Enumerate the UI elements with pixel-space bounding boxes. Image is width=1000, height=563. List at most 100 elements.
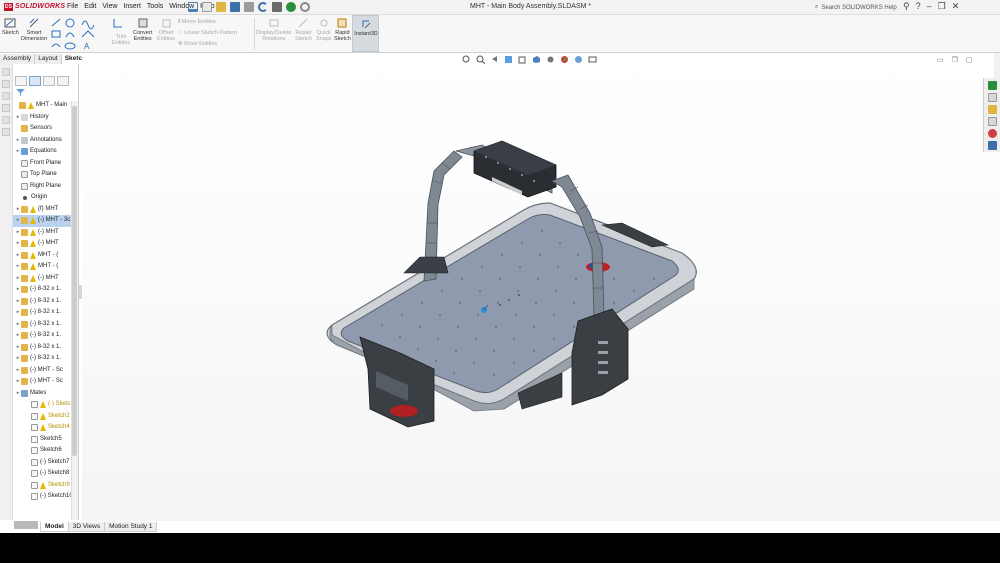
select-icon[interactable] xyxy=(272,2,282,12)
new-document-icon[interactable] xyxy=(202,2,212,12)
tree-item[interactable]: ▸ (-) MHT xyxy=(13,238,78,250)
tree-item[interactable]: ▸ (-) 8-32 x 1. xyxy=(13,353,78,365)
tree-item[interactable]: Front Plane xyxy=(13,158,78,170)
feature-manager-tab-icon[interactable] xyxy=(15,76,27,86)
rebuild-icon[interactable] xyxy=(286,2,296,12)
sketch-entities-icons[interactable]: A xyxy=(50,17,100,51)
tree-item[interactable]: ▸ History xyxy=(13,112,78,124)
strip-button[interactable] xyxy=(2,68,10,76)
options-icon[interactable] xyxy=(300,2,310,12)
tree-item[interactable]: ▸ (-) 8-32 x 1. xyxy=(13,284,78,296)
print-icon[interactable] xyxy=(244,2,254,12)
tree-item[interactable]: ▸ (-) 8-32 x 1. xyxy=(13,307,78,319)
tab-3d-views[interactable]: 3D Views xyxy=(67,522,106,532)
tree-item[interactable]: Sketch9 xyxy=(13,480,78,492)
menu-insert[interactable]: Insert xyxy=(123,3,141,10)
quick-snaps-button[interactable]: Quick Snaps xyxy=(316,17,332,42)
tree-item[interactable]: Sketch6 xyxy=(13,445,78,457)
menu-tools[interactable]: Tools xyxy=(147,3,163,10)
save-icon[interactable] xyxy=(230,2,240,12)
tree-item[interactable]: Sketch5 xyxy=(13,434,78,446)
restore-icon[interactable]: ❐ xyxy=(938,1,946,12)
home-icon[interactable] xyxy=(188,2,198,12)
menu-view[interactable]: View xyxy=(102,3,117,10)
menu-edit[interactable]: Edit xyxy=(84,3,96,10)
tree-root[interactable]: MHT - Main xyxy=(13,100,78,112)
tree-item[interactable]: ▸ (-) 8-32 x 1. xyxy=(13,296,78,308)
strip-button[interactable] xyxy=(2,80,10,88)
window-controls: ⚲ ? – ❐ ✕ xyxy=(903,1,959,12)
tree-item[interactable]: ▸ (-) 8-32 x 1. xyxy=(13,319,78,331)
tree-item[interactable]: ▸ MHT - ( xyxy=(13,250,78,262)
undo-icon[interactable] xyxy=(258,2,268,12)
strip-button[interactable] xyxy=(2,128,10,136)
tree-item[interactable]: ▸ (-) MHT - Sc xyxy=(13,376,78,388)
tree-item[interactable]: Sensors xyxy=(13,123,78,135)
custom-properties-icon[interactable] xyxy=(987,141,997,150)
tree-item[interactable]: Right Plane xyxy=(13,181,78,193)
appearances-icon[interactable] xyxy=(987,129,997,138)
tab-layout[interactable]: Layout xyxy=(35,54,62,64)
strip-button[interactable] xyxy=(2,104,10,112)
tree-item[interactable]: ▸ (-) MHT - Sc xyxy=(13,365,78,377)
tree-item[interactable]: ▸ Equations xyxy=(13,146,78,158)
help-icon[interactable]: ? xyxy=(916,1,921,12)
trim-entities-button[interactable]: Trim Entities xyxy=(112,34,130,46)
strip-button[interactable] xyxy=(2,116,10,124)
sketch-button[interactable]: Sketch xyxy=(2,17,19,36)
menu-file[interactable]: File xyxy=(67,3,78,10)
smart-dimension-button[interactable]: Smart Dimension xyxy=(21,17,47,42)
tree-item[interactable]: ▸ MHT - ( xyxy=(13,261,78,273)
rapid-sketch-button[interactable]: Rapid Sketch xyxy=(334,17,351,42)
sketch-fillet-button[interactable] xyxy=(112,17,124,30)
convert-entities-button[interactable]: Convert Entities xyxy=(133,17,152,42)
move-entities-button[interactable]: ✥ Move Entities xyxy=(178,39,237,50)
tab-assembly[interactable]: Assembly xyxy=(0,54,36,64)
search-dropdown-icon[interactable]: ⚲ xyxy=(903,1,910,12)
tree-item[interactable]: (-) Sketch xyxy=(13,399,78,411)
offset-entities-button[interactable]: Offset Entities xyxy=(157,17,175,42)
instant3d-button[interactable]: Instant3D xyxy=(352,15,379,52)
tree-item-label: (f) MHT xyxy=(38,205,59,212)
display-delete-relations-button[interactable]: Display/Delete Relations xyxy=(256,17,291,42)
configuration-manager-tab-icon[interactable] xyxy=(43,76,55,86)
tree-item[interactable]: (-) Sketch10 xyxy=(13,491,78,503)
strip-button[interactable] xyxy=(2,92,10,100)
arch-left-foot[interactable] xyxy=(403,256,449,274)
tree-item[interactable]: Origin xyxy=(13,192,78,204)
tree-item[interactable]: Sketch2 xyxy=(13,411,78,423)
right-front-leg[interactable] xyxy=(571,308,629,406)
tree-item[interactable]: ▸ (f) MHT xyxy=(13,204,78,216)
tab-motion-study[interactable]: Motion Study 1 xyxy=(104,522,158,532)
search-box[interactable]: ⌕ Search SOLIDWORKS Help xyxy=(815,2,900,13)
close-icon[interactable]: ✕ xyxy=(952,1,960,12)
minimize-icon[interactable]: – xyxy=(927,1,932,12)
design-library-icon[interactable] xyxy=(987,93,997,102)
file-explorer-icon[interactable] xyxy=(987,105,997,114)
dimxpert-tab-icon[interactable] xyxy=(57,76,69,86)
tree-item[interactable]: ▸ (-) 8-32 x 1. xyxy=(13,330,78,342)
mirror-entities-button[interactable]: ⫴ Mirror Entities xyxy=(178,17,237,28)
tab-model[interactable]: Model xyxy=(40,522,69,532)
property-manager-tab-icon[interactable] xyxy=(29,76,41,86)
linear-sketch-pattern-button[interactable]: ⁙ Linear Sketch Pattern xyxy=(178,28,237,39)
open-icon[interactable] xyxy=(216,2,226,12)
tree-item[interactable]: ▸ (-) MHT - 3c xyxy=(13,215,78,227)
solidworks-logo[interactable]: DS SOLIDWORKS xyxy=(4,3,65,12)
tree-item[interactable]: (-) Sketch8 xyxy=(13,468,78,480)
graphics-area[interactable]: ▭ ❐ ▢ xyxy=(82,53,1000,521)
view-palette-icon[interactable] xyxy=(987,117,997,126)
repair-sketch-button[interactable]: Repair Sketch xyxy=(295,17,312,42)
tree-scrollbar-thumb[interactable] xyxy=(72,106,77,456)
tree-item[interactable]: ▸ (-) 8-32 x 1. xyxy=(13,342,78,354)
tree-item[interactable]: ▸ Mates xyxy=(13,388,78,400)
tree-item[interactable]: ▸ (-) MHT xyxy=(13,227,78,239)
resources-icon[interactable] xyxy=(987,81,997,90)
filter-icon[interactable] xyxy=(16,89,25,96)
tree-item[interactable]: Top Plane xyxy=(13,169,78,181)
tree-item[interactable]: ▸ Annotations xyxy=(13,135,78,147)
tree-item[interactable]: Sketch4 xyxy=(13,422,78,434)
tree-item[interactable]: ▸ (-) MHT xyxy=(13,273,78,285)
tree-item[interactable]: (-) Sketch7 xyxy=(13,457,78,469)
assembly-model[interactable] xyxy=(82,53,1000,521)
